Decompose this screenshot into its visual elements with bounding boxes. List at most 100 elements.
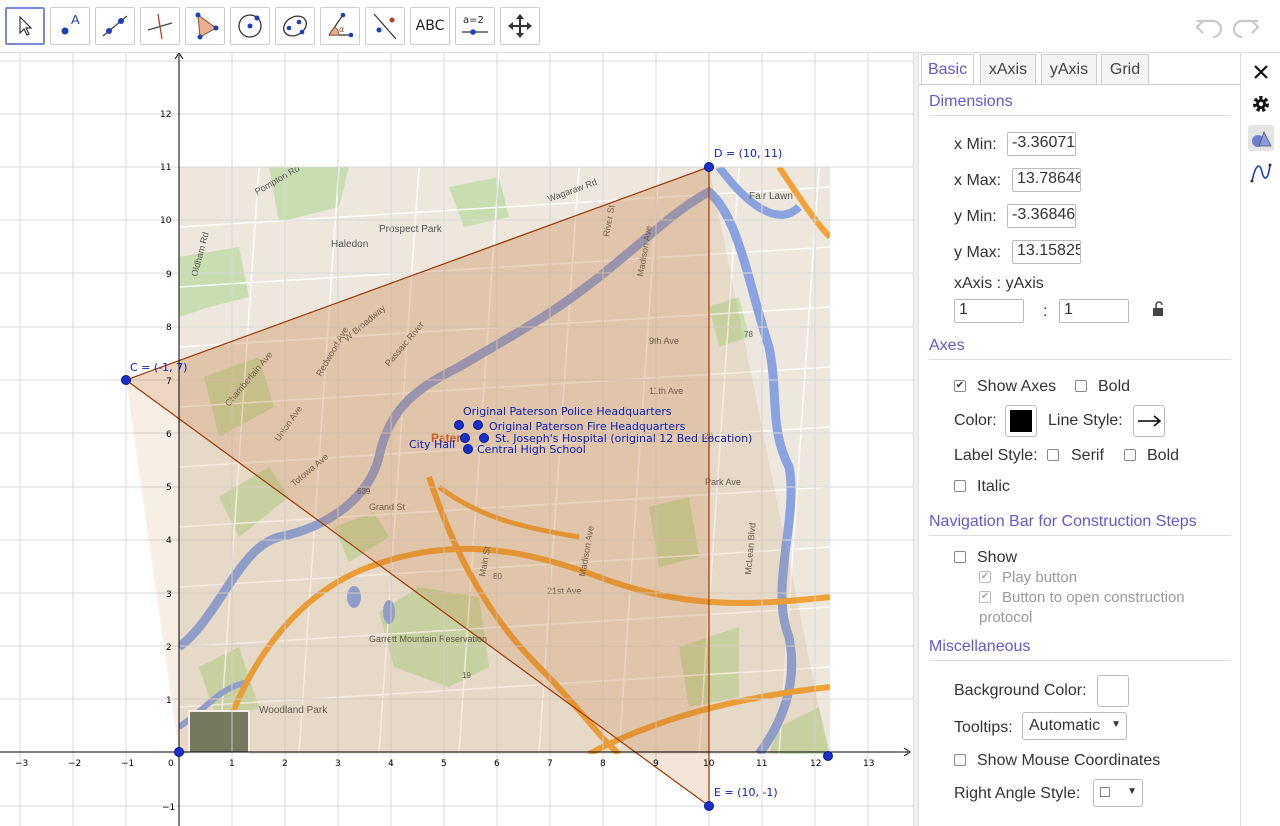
label-bold-checkbox[interactable] (1124, 449, 1136, 461)
perpendicular-line-tool-button[interactable] (140, 7, 180, 45)
properties-panel: Basic xAxis yAxis Grid Dimensions x Min:… (919, 53, 1241, 826)
label-bold-label: Bold (1147, 447, 1180, 464)
object-properties-button[interactable] (1248, 125, 1274, 151)
toolbar: A α ABC a=2 (0, 0, 1280, 53)
x-tick-label: 1 (229, 759, 235, 769)
circle-tool-icon (238, 14, 262, 38)
ymin-input[interactable]: -3.36846 (1007, 204, 1076, 228)
perpendicular-line-tool-icon (147, 13, 173, 40)
settings-button[interactable] (1248, 91, 1274, 117)
point-fire[interactable] (473, 420, 483, 430)
open-protocol-checkbox[interactable]: ✔ (979, 591, 991, 603)
police-label: Original Paterson Police Headquarters (463, 405, 672, 418)
tab-yaxis[interactable]: yAxis (1041, 54, 1097, 84)
show-axes-checkbox[interactable]: ✔ (954, 380, 966, 392)
text-tool-icon: ABC (415, 18, 445, 34)
point-tool-button[interactable]: A (50, 7, 90, 45)
reflect-tool-icon (373, 13, 397, 40)
line-style-button[interactable] (1133, 405, 1165, 437)
label-style-label: Label Style: (954, 447, 1038, 464)
background-color-label: Background Color: (954, 682, 1087, 699)
move-graphics-view-tool-button[interactable] (500, 7, 540, 45)
move-tool-button[interactable] (5, 7, 45, 45)
slider-tool-button[interactable]: a=2 (455, 7, 495, 45)
properties-tabs: Basic xAxis yAxis Grid (919, 53, 1241, 85)
city-hall-label: City Hall (409, 438, 455, 451)
close-icon (1254, 65, 1268, 79)
point-police[interactable] (454, 420, 464, 430)
navbar-show-checkbox[interactable] (954, 551, 966, 563)
xmin-input[interactable]: -3.36071 (1007, 132, 1076, 156)
algebra-button[interactable] (1248, 159, 1274, 185)
y-tick-label: 12 (160, 110, 171, 120)
x-tick-label: −3 (15, 759, 28, 769)
svg-text:a=2: a=2 (463, 15, 484, 26)
point-school[interactable] (463, 444, 473, 454)
svg-text:α: α (339, 25, 344, 34)
unlock-icon[interactable] (1151, 301, 1167, 317)
italic-checkbox[interactable] (954, 480, 966, 492)
redo-icon[interactable] (1230, 12, 1262, 42)
tooltips-label: Tooltips: (954, 719, 1013, 736)
graphics-view[interactable]: Prospect Park Haledon Fair Lawn Woodland… (0, 53, 913, 826)
play-button-checkbox[interactable]: ✔ (979, 571, 991, 583)
mouse-coords-label: Show Mouse Coordinates (977, 752, 1161, 769)
tooltips-select[interactable]: Automatic ▼ (1022, 712, 1127, 740)
angle-tool-button[interactable]: α (320, 7, 360, 45)
axes-color-button[interactable] (1005, 405, 1037, 437)
side-strip (1241, 53, 1280, 826)
y-tick-label: 7 (166, 377, 172, 387)
gear-icon (1253, 96, 1269, 112)
right-angle-select[interactable]: □ ▼ (1093, 779, 1143, 807)
polygon-tool-button[interactable] (185, 7, 225, 45)
tab-xaxis[interactable]: xAxis (980, 54, 1036, 84)
xmin-label: x Min: (954, 136, 997, 153)
move-tool-icon (19, 15, 33, 36)
y-tick-label: 4 (166, 536, 172, 546)
point-map-corner-a[interactable] (174, 747, 184, 757)
x-tick-label: 6 (494, 759, 500, 769)
axes-bold-label: Bold (1098, 378, 1131, 395)
point-city-hall[interactable] (460, 433, 470, 443)
axes-title: Axes (929, 337, 965, 354)
conic-tool-icon (283, 15, 307, 37)
mouse-coords-checkbox[interactable] (954, 754, 966, 766)
point-hospital[interactable] (479, 433, 489, 443)
tab-grid[interactable]: Grid (1101, 54, 1149, 84)
point-d[interactable] (704, 162, 714, 172)
ymax-input[interactable]: 13.15825 (1012, 240, 1081, 264)
ratio-y-input[interactable]: 1 (1059, 299, 1129, 323)
chevron-down-icon: ▼ (1127, 786, 1137, 797)
point-tool-icon: A (61, 12, 80, 35)
y-tick-label: −1 (162, 803, 175, 813)
background-color-button[interactable] (1097, 675, 1129, 707)
open-protocol-label-1: Button to open construction (1002, 589, 1185, 606)
tab-basic[interactable]: Basic (921, 54, 974, 85)
right-angle-label: Right Angle Style: (954, 785, 1081, 802)
point-c[interactable] (121, 375, 131, 385)
axes-color-label: Color: (954, 412, 997, 429)
reflect-tool-button[interactable] (365, 7, 405, 45)
serif-checkbox[interactable] (1047, 449, 1059, 461)
ratio-label: xAxis : yAxis (954, 275, 1044, 292)
ratio-x-input[interactable]: 1 (954, 299, 1024, 323)
conic-tool-button[interactable] (275, 7, 315, 45)
point-e[interactable] (704, 801, 714, 811)
serif-label: Serif (1071, 447, 1104, 464)
navbar-show-label: Show (977, 549, 1018, 566)
x-tick-label: 7 (547, 759, 553, 769)
shapes-icon (1252, 130, 1272, 147)
text-tool-button[interactable]: ABC (410, 7, 450, 45)
xmax-label: x Max: (954, 172, 1002, 189)
x-tick-label: 9 (653, 759, 659, 769)
y-tick-label: 3 (166, 590, 172, 600)
circle-tool-button[interactable] (230, 7, 270, 45)
undo-icon[interactable] (1193, 12, 1225, 42)
line-tool-button[interactable] (95, 7, 135, 45)
point-map-corner-b[interactable] (823, 751, 833, 761)
xmax-input[interactable]: 13.78646 (1012, 168, 1081, 192)
dimensions-title: Dimensions (929, 93, 1013, 110)
close-button[interactable] (1248, 59, 1274, 85)
polygon-tool-icon (195, 12, 219, 40)
axes-bold-checkbox[interactable] (1075, 380, 1087, 392)
